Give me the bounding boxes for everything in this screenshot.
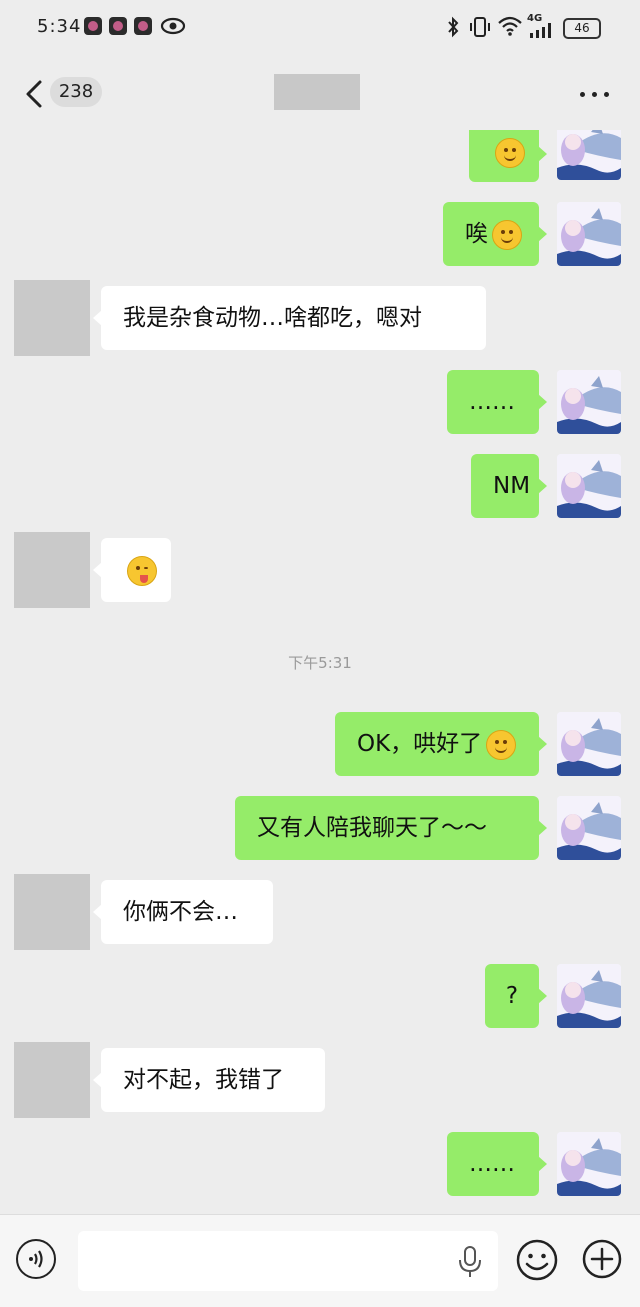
avatar[interactable]: [557, 964, 621, 1028]
emoji-icon[interactable]: [516, 1239, 558, 1281]
battery-level: 46: [574, 21, 590, 35]
message-bubble[interactable]: ……: [447, 370, 547, 434]
shark-avatar-icon: [557, 202, 621, 266]
avatar[interactable]: [557, 130, 621, 180]
back-arrow-icon[interactable]: [22, 78, 50, 110]
avatar[interactable]: [14, 280, 90, 356]
bluetooth-icon: [448, 16, 459, 38]
shark-avatar-icon: [557, 454, 621, 518]
message-bubble[interactable]: NM: [471, 454, 547, 518]
notification-app-icon: [109, 17, 127, 35]
chat-header: 238: [0, 56, 640, 130]
avatar[interactable]: [557, 370, 621, 434]
message-bubble[interactable]: ……: [447, 1132, 547, 1196]
more-dots-icon[interactable]: [578, 84, 612, 104]
shark-avatar-icon: [557, 370, 621, 434]
avatar[interactable]: [557, 202, 621, 266]
unread-count-badge[interactable]: 238: [50, 77, 102, 107]
message-bubble[interactable]: 我是杂食动物…啥都吃，嗯对: [93, 286, 486, 350]
avatar[interactable]: [557, 1132, 621, 1196]
status-bar: 5:34 4G 46: [0, 0, 640, 56]
relieved-face-icon: [492, 219, 522, 250]
pleading-face-icon: [495, 137, 525, 168]
message-bubble[interactable]: 又有人陪我聊天了～～: [235, 796, 547, 860]
cellular-signal-icon: [530, 23, 551, 38]
plus-icon[interactable]: [582, 1239, 622, 1279]
battery-icon: 46: [563, 18, 601, 39]
smile-face-icon: [486, 729, 517, 760]
chat-title: [274, 74, 360, 110]
avatar[interactable]: [557, 454, 621, 518]
shark-avatar-icon: [557, 1132, 621, 1196]
mic-icon[interactable]: [456, 1245, 484, 1279]
notification-app-icon: [84, 17, 102, 35]
message-bubble[interactable]: 对不起，我错了: [93, 1048, 325, 1112]
vibrate-icon: [470, 17, 490, 37]
message-bubble[interactable]: 唉: [443, 202, 547, 266]
message-bubble[interactable]: [93, 538, 171, 602]
shark-avatar-icon: [557, 964, 621, 1028]
avatar[interactable]: [557, 712, 621, 776]
message-bubble[interactable]: ?: [485, 964, 547, 1028]
winking-tongue-face-icon: [127, 555, 157, 586]
message-list[interactable]: 唉 我是杂食动物…啥都吃，嗯对 …… NM 下午5:31 OK，哄好了 又有人陪…: [0, 130, 640, 1214]
avatar[interactable]: [14, 1042, 90, 1118]
message-bubble[interactable]: 你俩不会…: [93, 880, 273, 944]
status-time: 5:34: [37, 16, 82, 37]
message-bubble[interactable]: OK，哄好了: [335, 712, 547, 776]
avatar[interactable]: [14, 532, 90, 608]
eye-icon: [160, 17, 186, 35]
wifi-icon: [498, 16, 522, 36]
avatar[interactable]: [557, 796, 621, 860]
shark-avatar-icon: [557, 130, 621, 180]
notification-app-icon: [134, 17, 152, 35]
message-input[interactable]: [78, 1231, 498, 1291]
message-timestamp: 下午5:31: [288, 654, 352, 672]
shark-avatar-icon: [557, 796, 621, 860]
avatar[interactable]: [14, 874, 90, 950]
message-bubble[interactable]: [469, 130, 547, 182]
input-bar: [0, 1214, 640, 1307]
voice-icon[interactable]: [16, 1239, 56, 1279]
shark-avatar-icon: [557, 712, 621, 776]
